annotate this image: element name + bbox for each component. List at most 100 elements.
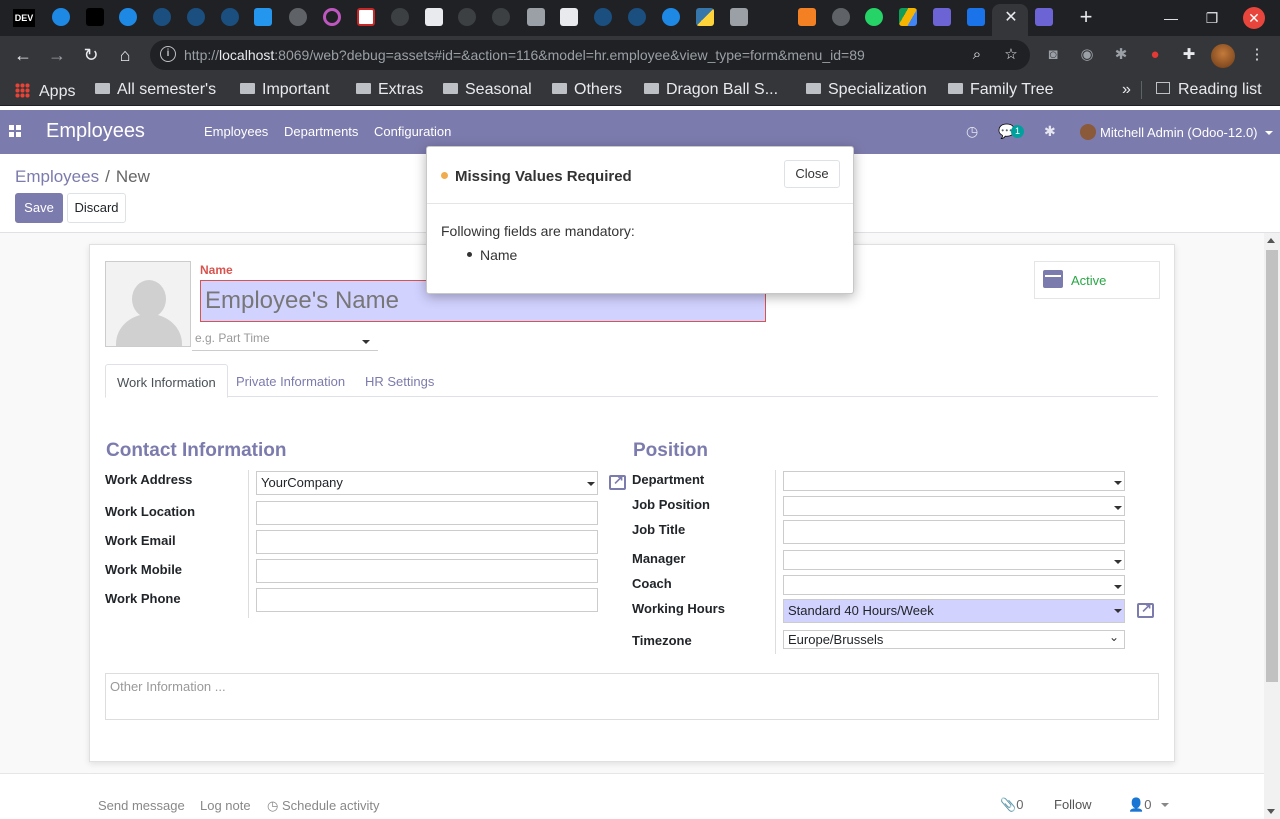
stackoverflow-favicon-icon[interactable] xyxy=(798,8,816,26)
log-note-button[interactable]: Log note xyxy=(200,798,251,813)
menu-employees[interactable]: Employees xyxy=(204,124,268,139)
tab-favicon-icon[interactable] xyxy=(119,8,137,26)
manager-select[interactable] xyxy=(783,550,1125,570)
tab-favicon-icon[interactable] xyxy=(221,8,239,26)
drive-favicon-icon[interactable] xyxy=(899,8,917,26)
window-close-icon[interactable]: ✕ xyxy=(1243,7,1265,29)
discard-button[interactable]: Discard xyxy=(67,193,126,223)
url-text[interactable]: http://localhost:8069/web?debug=assets#i… xyxy=(184,47,865,63)
job-title-input[interactable] xyxy=(783,520,1125,544)
globe-favicon-icon[interactable] xyxy=(289,8,307,26)
save-button[interactable]: Save xyxy=(15,193,63,223)
python-favicon-icon[interactable] xyxy=(696,8,714,26)
tab-hr-settings[interactable]: HR Settings xyxy=(354,364,445,398)
bookmark-folder[interactable]: Family Tree xyxy=(948,81,1054,99)
forward-icon[interactable]: → xyxy=(45,43,69,67)
attachments-button[interactable]: 📎0 xyxy=(1000,797,1023,813)
bookmark-folder[interactable]: Specialization xyxy=(806,81,927,99)
reload-icon[interactable]: ↻ xyxy=(79,43,103,67)
bookmark-folder[interactable]: Seasonal xyxy=(443,81,532,99)
bookmark-folder[interactable]: Important xyxy=(240,81,330,99)
bookmark-folder[interactable]: Others xyxy=(552,81,622,99)
active-toggle-button[interactable]: Active xyxy=(1034,261,1160,299)
tab-favicon-icon[interactable] xyxy=(594,8,612,26)
app-brand[interactable]: Employees xyxy=(46,120,145,143)
work-phone-input[interactable] xyxy=(256,588,598,612)
scroll-up-icon[interactable] xyxy=(1267,238,1275,243)
breadcrumb-employees[interactable]: Employees xyxy=(15,167,99,186)
github-favicon-icon[interactable] xyxy=(391,8,409,26)
tab-favicon-icon[interactable] xyxy=(153,8,171,26)
followers-button[interactable]: 👤0 xyxy=(1128,797,1170,813)
bookmark-apps[interactable]: Apps xyxy=(15,81,75,100)
address-bar[interactable]: i http://localhost:8069/web?debug=assets… xyxy=(150,40,1030,70)
globe-favicon-icon[interactable] xyxy=(832,8,850,26)
table-favicon-icon[interactable] xyxy=(425,8,443,26)
github-favicon-icon[interactable] xyxy=(492,8,510,26)
puzzle-extensions-icon[interactable]: ✚ xyxy=(1180,46,1198,64)
send-message-button[interactable]: Send message xyxy=(98,798,185,813)
tab-favicon-icon[interactable] xyxy=(628,8,646,26)
tab-favicon-icon[interactable] xyxy=(662,8,680,26)
tab-favicon-icon[interactable] xyxy=(187,8,205,26)
back-icon[interactable]: ← xyxy=(11,43,35,67)
employee-photo[interactable] xyxy=(105,261,191,347)
work-mobile-input[interactable] xyxy=(256,559,598,583)
tab-favicon-icon[interactable] xyxy=(1035,8,1053,26)
activity-clock-icon[interactable]: ◷ xyxy=(966,123,978,140)
category-input[interactable]: e.g. Part Time xyxy=(192,329,378,351)
profile-avatar[interactable] xyxy=(1211,44,1235,68)
new-tab-button[interactable]: + xyxy=(1074,6,1098,30)
browser-menu-icon[interactable]: ⋮ xyxy=(1248,46,1266,64)
external-link-icon[interactable] xyxy=(1137,600,1154,618)
tab-private-information[interactable]: Private Information xyxy=(225,364,356,398)
bookmark-folder[interactable]: Extras xyxy=(356,81,423,99)
extension-icon[interactable]: ● xyxy=(1146,46,1164,64)
bug-extension-icon[interactable]: ✱ xyxy=(1112,46,1130,64)
table-favicon-icon[interactable] xyxy=(560,8,578,26)
working-hours-select[interactable]: Standard 40 Hours/Week xyxy=(783,599,1125,623)
extension-icon[interactable]: ◉ xyxy=(1078,46,1096,64)
whatsapp-favicon-icon[interactable] xyxy=(865,8,883,26)
other-information-notes[interactable]: Other Information ... xyxy=(105,673,1159,720)
work-address-select[interactable]: YourCompany xyxy=(256,471,598,495)
app-menu-icon[interactable] xyxy=(9,125,21,137)
tab-favicon-icon[interactable] xyxy=(357,8,375,26)
follow-button[interactable]: Follow xyxy=(1054,797,1092,812)
timezone-select[interactable]: Europe/Brussels ⌄ xyxy=(783,630,1125,649)
bookmark-folder[interactable]: All semester's xyxy=(95,81,216,99)
reading-list-button[interactable]: Reading list xyxy=(1156,81,1262,99)
scroll-down-icon[interactable] xyxy=(1267,809,1275,814)
medium-favicon-icon[interactable] xyxy=(86,8,104,26)
department-select[interactable] xyxy=(783,471,1125,491)
circle-favicon-icon[interactable] xyxy=(323,8,341,26)
work-location-input[interactable] xyxy=(256,501,598,525)
coach-select[interactable] xyxy=(783,575,1125,595)
tab-favicon-icon[interactable] xyxy=(967,8,985,26)
search-icon[interactable]: ⌕ xyxy=(968,46,986,64)
minimize-icon[interactable]: — xyxy=(1159,6,1183,30)
restore-icon[interactable]: ❐ xyxy=(1200,6,1224,30)
camera-extension-icon[interactable]: ◙ xyxy=(1044,46,1062,64)
bookmark-folder[interactable]: Dragon Ball S... xyxy=(644,81,778,99)
docker-favicon-icon[interactable] xyxy=(254,8,272,26)
tab-favicon-icon[interactable] xyxy=(52,8,70,26)
bookmarks-overflow-button[interactable]: » xyxy=(1122,81,1131,99)
tab-work-information[interactable]: Work Information xyxy=(105,364,228,398)
book-favicon-icon[interactable] xyxy=(527,8,545,26)
user-menu[interactable]: Mitchell Admin (Odoo-12.0) xyxy=(1080,124,1274,140)
work-email-input[interactable] xyxy=(256,530,598,554)
bookmark-star-icon[interactable]: ☆ xyxy=(1002,46,1020,64)
scrollbar-thumb[interactable] xyxy=(1266,250,1278,682)
book-favicon-icon[interactable] xyxy=(730,8,748,26)
menu-configuration[interactable]: Configuration xyxy=(374,124,451,139)
home-icon[interactable]: ⌂ xyxy=(113,43,137,67)
external-link-icon[interactable] xyxy=(609,472,626,490)
dialog-close-button[interactable]: Close xyxy=(784,160,840,188)
site-info-icon[interactable]: i xyxy=(160,46,176,62)
close-tab-icon[interactable]: ✕ xyxy=(1003,8,1019,28)
menu-departments[interactable]: Departments xyxy=(284,124,358,139)
tab-favicon-icon[interactable] xyxy=(933,8,951,26)
schedule-activity-button[interactable]: ◷ Schedule activity xyxy=(267,798,380,814)
dev-favicon-icon[interactable]: DEV xyxy=(13,9,35,27)
